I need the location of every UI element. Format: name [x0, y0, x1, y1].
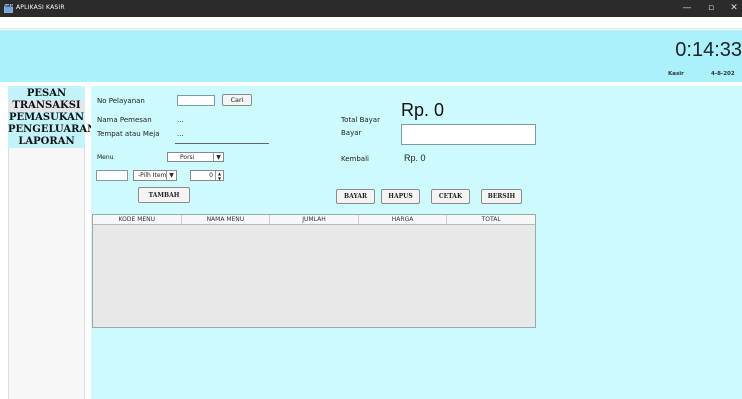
date-label: 4-8-202: [711, 71, 735, 77]
chevron-down-icon: ▼: [166, 171, 176, 180]
column-header-jumlah[interactable]: JUMLAH: [270, 215, 359, 224]
menu-kasir[interactable]: Kasir: [3, 2, 18, 9]
qty-spinner[interactable]: 0 ▲ ▼: [190, 170, 224, 181]
order-table[interactable]: [92, 214, 536, 328]
column-header-harga[interactable]: HARGA: [359, 215, 448, 224]
no-pelayanan-input[interactable]: [177, 95, 215, 106]
porsi-select[interactable]: Porsi ▼: [167, 152, 224, 162]
bersih-button[interactable]: BERSIH: [481, 189, 522, 204]
tempat-value: ...: [177, 130, 184, 138]
sidebar-item-pesan[interactable]: PESAN: [8, 88, 85, 100]
maximize-button[interactable]: ▫: [705, 2, 717, 14]
kembali-label: Kembali: [341, 155, 369, 163]
sidebar-item-pemasukan[interactable]: PEMASUKAN: [8, 112, 85, 124]
menu-code-input[interactable]: [96, 170, 128, 181]
cari-button[interactable]: Cari: [222, 94, 252, 106]
chevron-down-icon: ▼: [213, 153, 223, 161]
clock-display: 0:14:33: [675, 39, 742, 61]
bayar-input[interactable]: [401, 124, 536, 145]
close-button[interactable]: ✕: [728, 2, 740, 14]
spinner-arrows-icon[interactable]: ▲ ▼: [215, 171, 223, 181]
pilih-item-value: -Pilh Item-: [138, 172, 166, 179]
minimize-button[interactable]: —: [681, 2, 693, 14]
porsi-select-value: Porsi: [180, 154, 195, 161]
kembali-value: Rp. 0: [404, 153, 426, 163]
column-header-nama-menu[interactable]: NAMA MENU: [182, 215, 271, 224]
total-bayar-label: Total Bayar: [341, 116, 380, 124]
tambah-button[interactable]: TAMBAH: [138, 187, 190, 203]
column-header-total[interactable]: TOTAL: [447, 215, 535, 224]
window-title: APLIKASI KASIR: [16, 4, 65, 11]
hapus-button[interactable]: HAPUS: [381, 189, 420, 204]
column-header-kode-menu[interactable]: KODE MENU: [93, 215, 182, 224]
menu-bar: [0, 17, 742, 29]
sidebar-item-pengeluaran[interactable]: PENGELUARAN: [8, 124, 96, 136]
sidebar-item-transaksi[interactable]: TRANSAKSI: [8, 100, 85, 112]
tempat-underline: [175, 143, 269, 144]
no-pelayanan-label: No Pelayanan: [97, 97, 145, 105]
bayar-button[interactable]: BAYAR: [336, 189, 375, 204]
title-bar: [0, 0, 742, 17]
cetak-button[interactable]: CETAK: [431, 189, 470, 204]
table-header: KODE MENU NAMA MENU JUMLAH HARGA TOTAL: [93, 215, 535, 225]
tempat-label: Tempat atau Meja: [97, 130, 160, 138]
qty-value: 0: [209, 172, 213, 179]
pilih-item-select[interactable]: -Pilh Item- ▼: [133, 170, 177, 181]
menu-label: Menu: [97, 154, 114, 161]
header-panel: [0, 30, 742, 82]
user-label: Kasir: [668, 71, 684, 77]
total-bayar-value: Rp. 0: [401, 100, 445, 120]
bayar-label: Bayar: [341, 129, 362, 137]
nama-pemesan-value: ...: [177, 116, 184, 124]
sidebar-item-laporan[interactable]: LAPORAN: [8, 136, 85, 148]
nama-pemesan-label: Nama Pemesan: [97, 116, 152, 124]
